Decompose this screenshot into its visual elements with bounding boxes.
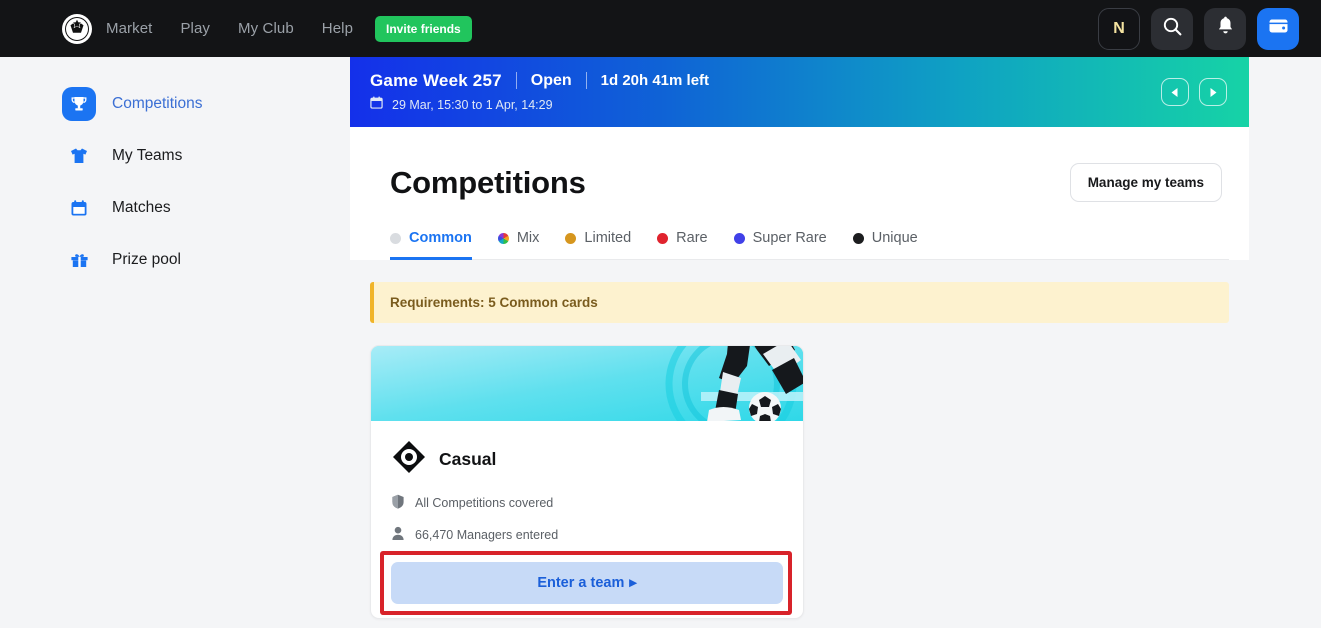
sidebar-item-label-prize-pool: Prize pool [112,251,181,268]
panel-header: Competitions Manage my teams [370,127,1229,202]
rarity-tabs: Common Mix Limited Rare Super Rare Uniqu… [390,230,1229,260]
calendar-icon [62,191,96,225]
gameweek-info: Game Week 257 Open 1d 20h 41m left 29 Ma… [370,71,709,114]
tab-mix[interactable]: Mix [497,230,540,260]
gameweek-dates-row: 29 Mar, 15:30 to 1 Apr, 14:29 [370,96,709,114]
tab-super-rare[interactable]: Super Rare [733,230,827,260]
notifications-button[interactable] [1204,7,1246,50]
requirements-section: Requirements: 5 Common cards [350,260,1249,323]
nav-link-help[interactable]: Help [322,20,353,37]
card-title: Casual [439,449,497,469]
next-gameweek-button[interactable] [1199,78,1227,106]
chevron-right-icon: ▸ [629,575,637,591]
card-managers-label: 66,470 Managers entered [415,528,559,542]
sidebar-item-matches[interactable]: Matches [62,191,350,225]
previous-gameweek-button[interactable] [1161,78,1189,106]
card-coverage-row: All Competitions covered [391,494,783,512]
tab-rare[interactable]: Rare [657,230,708,260]
gift-icon [62,243,96,277]
card-title-row: Casual [391,439,783,480]
nav-link-my-club[interactable]: My Club [238,20,294,37]
competitions-panel: Competitions Manage my teams Common Mix … [350,127,1249,260]
jersey-icon [62,139,96,173]
sidebar-item-my-teams[interactable]: My Teams [62,139,350,173]
rarity-dot-rare [657,232,669,244]
rarity-dot-mix [497,232,509,244]
tab-label-mix: Mix [516,230,540,246]
tab-label-common: Common [409,230,472,246]
card-body: Casual All Competitions covered 66,470 M… [371,421,803,618]
notifications-n-badge-button[interactable]: N [1098,7,1140,50]
sidebar-item-competitions[interactable]: Competitions [62,87,350,121]
nav-actions: N [1098,7,1299,50]
gameweek-nav [1161,78,1227,106]
gameweek-status: Open [530,71,572,89]
divider [585,72,587,89]
tab-common[interactable]: Common [390,230,472,260]
card-banner-image [371,346,803,421]
competition-card-casual[interactable]: Casual All Competitions covered 66,470 M… [370,345,804,619]
rarity-dot-super-rare [733,232,745,244]
page-title: Competitions [390,164,586,200]
nav-link-market[interactable]: Market [106,20,152,37]
shield-icon [391,494,405,512]
card-coverage-label: All Competitions covered [415,496,554,510]
person-icon [391,526,405,544]
bell-icon [1216,16,1235,41]
tab-label-limited: Limited [584,230,632,246]
requirements-banner: Requirements: 5 Common cards [370,282,1229,323]
soccer-ball-logo-icon[interactable] [62,13,92,44]
competition-cards: Casual All Competitions covered 66,470 M… [350,323,1249,619]
search-icon [1162,16,1183,42]
sidebar: Competitions My Teams Matches Prize pool [0,57,350,628]
sidebar-item-label-competitions: Competitions [112,95,203,112]
trophy-icon [62,87,96,121]
search-button[interactable] [1151,7,1193,50]
gameweek-banner: Game Week 257 Open 1d 20h 41m left 29 Ma… [350,57,1249,127]
wallet-icon [1268,17,1289,40]
diamond-eye-logo-icon [391,439,427,480]
chevron-left-icon [1171,87,1178,97]
rarity-dot-limited [565,232,577,244]
top-navigation-bar: Market Play My Club Help Invite friends … [0,0,1321,57]
sidebar-item-label-my-teams: My Teams [112,147,183,164]
n-badge-label: N [1113,19,1125,37]
wallet-button[interactable] [1257,7,1299,50]
chevron-right-icon [1210,87,1217,97]
enter-team-wrapper: Enter a team ▸ [380,551,792,615]
tab-unique[interactable]: Unique [852,230,918,260]
manage-my-teams-button[interactable]: Manage my teams [1069,163,1222,202]
nav-links: Market Play My Club Help [106,20,353,37]
enter-a-team-button[interactable]: Enter a team ▸ [391,562,783,604]
calendar-icon [370,96,383,114]
divider [515,72,517,89]
gameweek-time-left: 1d 20h 41m left [600,72,710,89]
tab-label-super-rare: Super Rare [752,230,827,246]
gameweek-dates: 29 Mar, 15:30 to 1 Apr, 14:29 [392,97,553,112]
enter-a-team-label: Enter a team [537,575,625,591]
sidebar-item-prize-pool[interactable]: Prize pool [62,243,350,277]
rarity-dot-common [390,232,401,244]
gameweek-title: Game Week 257 [370,70,502,90]
card-managers-row: 66,470 Managers entered [391,526,783,544]
page-body: Competitions My Teams Matches Prize pool… [0,57,1321,628]
tab-label-rare: Rare [676,230,708,246]
main-content: Game Week 257 Open 1d 20h 41m left 29 Ma… [350,57,1249,628]
nav-link-play[interactable]: Play [180,20,210,37]
gameweek-headline: Game Week 257 Open 1d 20h 41m left [370,71,709,91]
tab-limited[interactable]: Limited [565,230,631,260]
tab-label-unique: Unique [871,230,918,246]
sidebar-item-label-matches: Matches [112,199,171,216]
invite-friends-button[interactable]: Invite friends [375,15,472,42]
rarity-dot-unique [852,232,864,244]
